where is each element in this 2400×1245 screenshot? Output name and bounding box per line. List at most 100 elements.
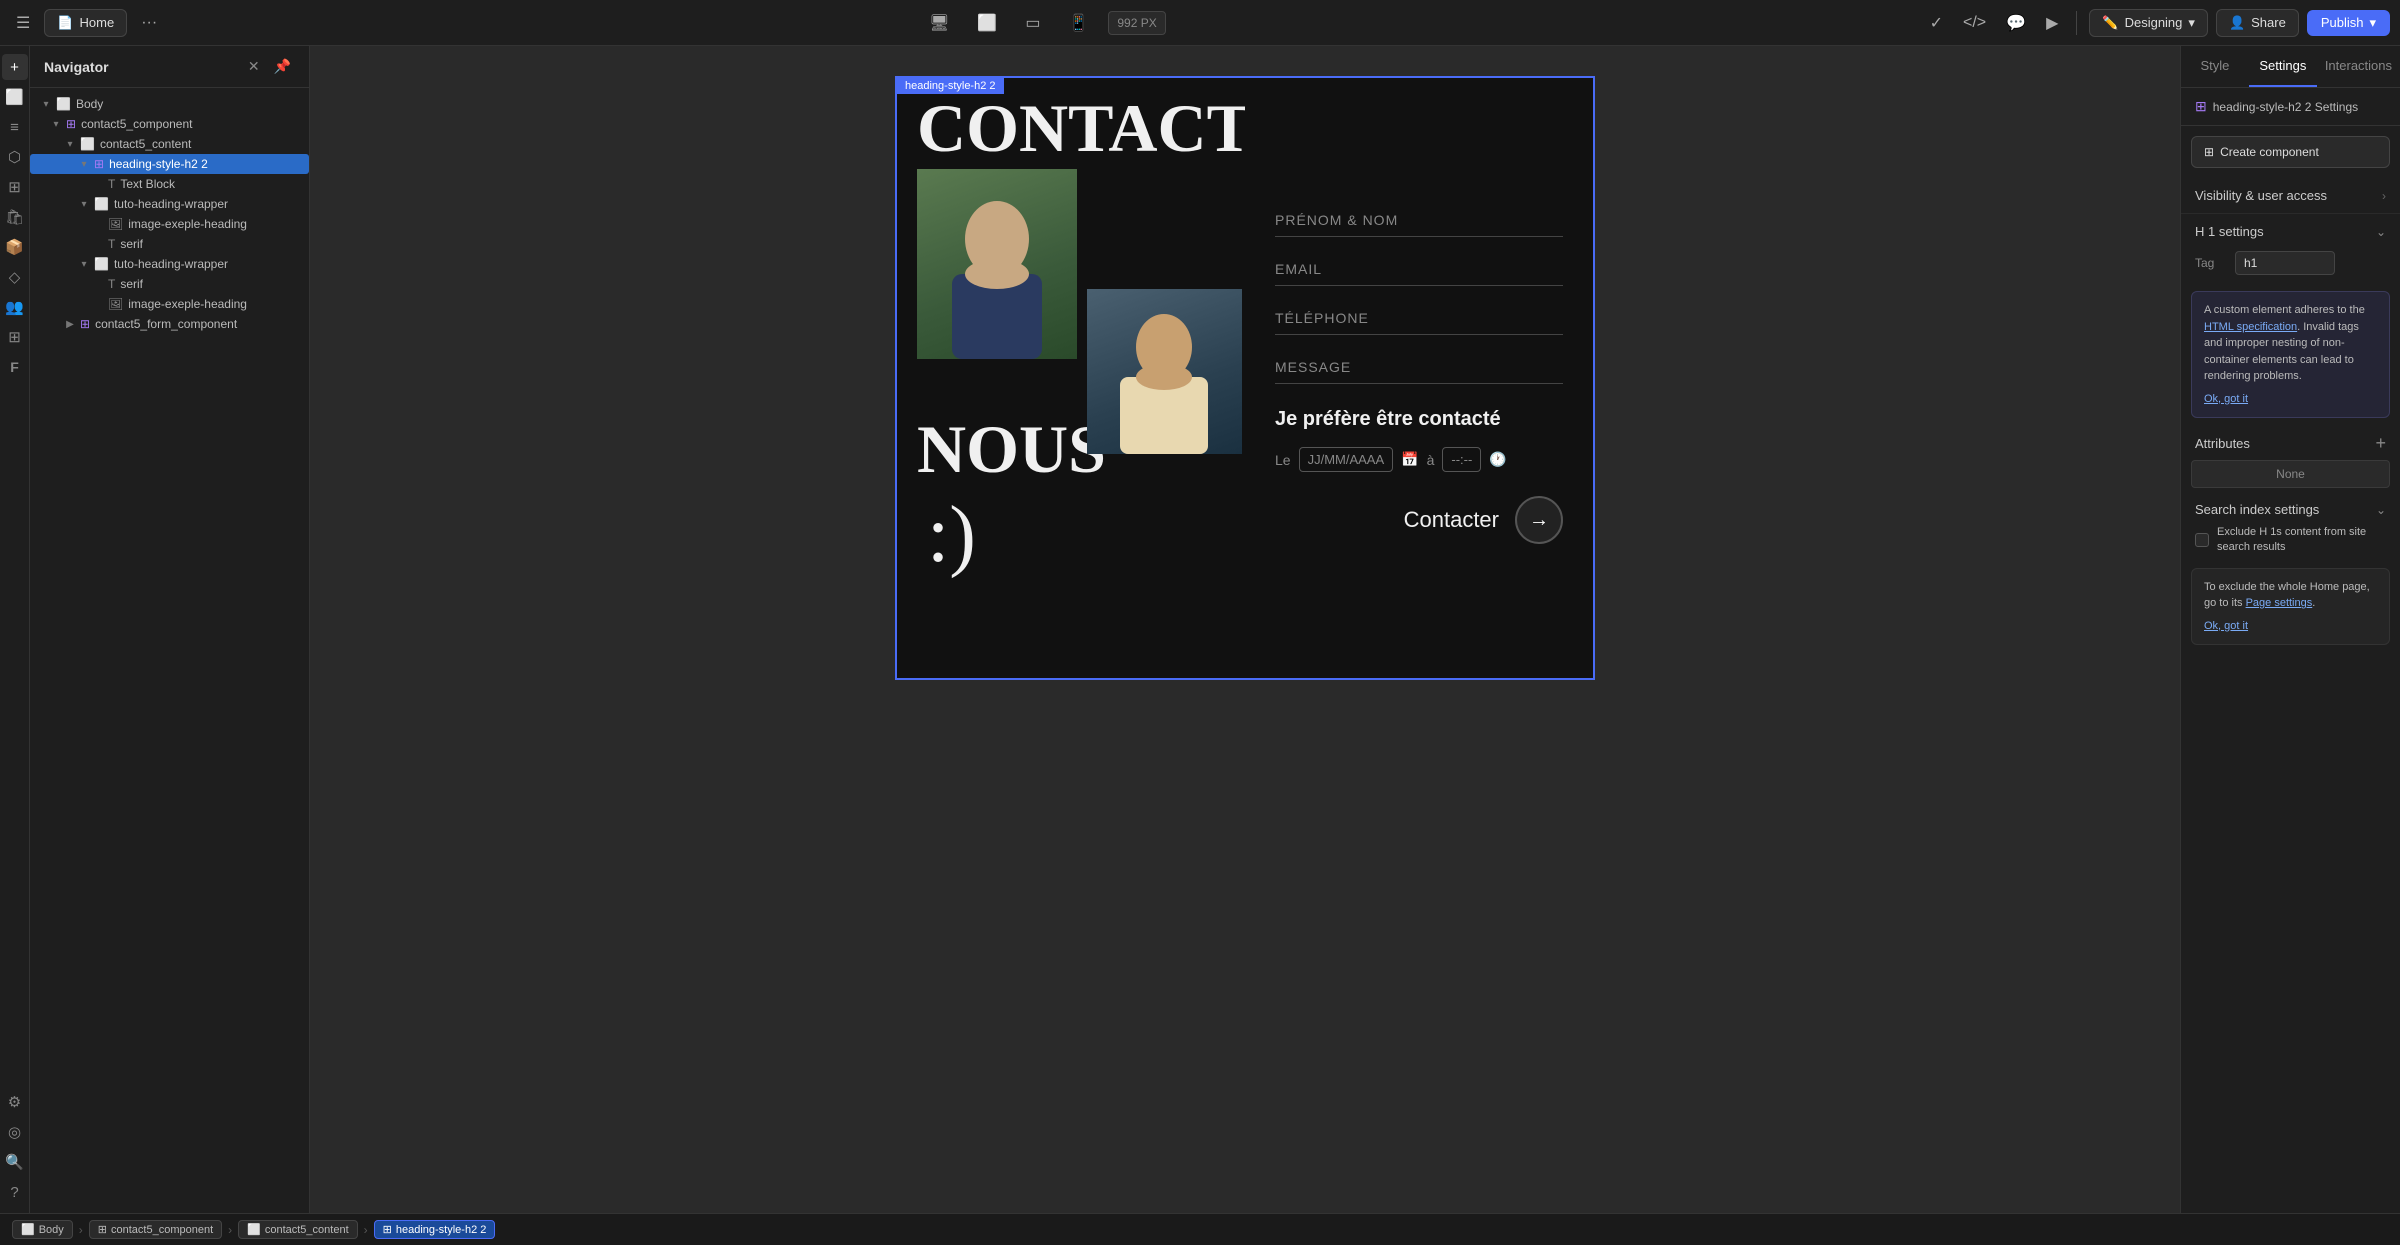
field-label-email: EMAIL (1275, 261, 1563, 277)
cms-icon[interactable]: 📦 (2, 234, 28, 260)
attributes-none-badge: None (2191, 460, 2390, 488)
desktop-icon[interactable]: 🖥 (921, 9, 957, 37)
tree-item-image-1[interactable]: 🖼 image-exeple-heading (30, 214, 309, 234)
tree-item-heading-h2[interactable]: ▾ ⊞ heading-style-h2 2 (30, 154, 309, 174)
date-input[interactable]: JJ/MM/AAAA (1299, 447, 1394, 472)
comment-icon[interactable]: 💬 (2000, 9, 2032, 37)
close-navigator-icon[interactable]: ✕ (244, 56, 264, 77)
zoom-icon[interactable]: 🔍 (2, 1149, 28, 1175)
logic-icon[interactable]: ◇ (2, 264, 28, 290)
contacter-arrow-button[interactable]: → (1515, 496, 1563, 544)
assets-icon[interactable]: ⊞ (2, 174, 28, 200)
tab-interactions[interactable]: Interactions (2317, 46, 2400, 87)
breadcrumb-contact5-component[interactable]: ⊞ contact5_component (89, 1220, 222, 1239)
box-icon-breadcrumb-content: ⬜ (247, 1223, 261, 1236)
fonts-icon[interactable]: F (2, 354, 28, 380)
ecommerce-icon[interactable]: 🛍 (2, 204, 28, 230)
h1-chevron-icon[interactable]: ⌄ (2376, 225, 2386, 239)
share-button[interactable]: 👤 Share (2216, 9, 2299, 37)
tree-label-contact5: contact5_component (81, 117, 192, 131)
navigator-tree: ▾ ⬜ Body ▾ ⊞ contact5_component ▾ ⬜ cont… (30, 88, 309, 1213)
home-button[interactable]: 📄 Home (44, 9, 127, 37)
px-display: 992 PX (1108, 11, 1165, 35)
box-icon-breadcrumb-body: ⬜ (21, 1223, 35, 1236)
tag-row: Tag (2181, 247, 2400, 285)
help-icon[interactable]: ? (2, 1179, 28, 1205)
page-settings-link[interactable]: Page settings (2246, 597, 2313, 609)
breadcrumb-body[interactable]: ⬜ Body (12, 1220, 73, 1239)
field-label-prenom: PRÉNOM & NOM (1275, 212, 1563, 228)
canvas-area: heading-style-h2 2 CONTACTEZ (310, 46, 2180, 1213)
add-attribute-button[interactable]: + (2375, 434, 2386, 452)
exclude-checkbox[interactable] (2195, 533, 2209, 547)
settings-icon[interactable]: ⚙ (2, 1089, 28, 1115)
time-input[interactable]: --:-- (1442, 447, 1481, 472)
tree-arrow-form: ▶ (64, 319, 76, 330)
share-label: Share (2251, 15, 2286, 30)
right-panel: Style Settings Interactions ⊞ heading-st… (2180, 46, 2400, 1213)
component-icon-h2: ⊞ (94, 157, 104, 171)
navigator-actions: ✕ 📌 (244, 56, 295, 77)
chevron-down-icon: ▾ (2188, 15, 2195, 31)
tree-item-form-component[interactable]: ▶ ⊞ contact5_form_component (30, 314, 309, 334)
community-icon[interactable]: ◎ (2, 1119, 28, 1145)
tree-item-serif-1[interactable]: T serif (30, 234, 309, 254)
check-icon[interactable]: ✓ (1924, 9, 1949, 37)
tree-item-image-2[interactable]: 🖼 image-exeple-heading (30, 294, 309, 314)
add-icon[interactable]: + (2, 54, 28, 80)
publish-chevron-icon: ▾ (2369, 15, 2376, 31)
members-icon[interactable]: 👥 (2, 294, 28, 320)
photo1-silhouette (932, 184, 1062, 359)
layers-icon[interactable]: ≡ (2, 114, 28, 140)
apps-icon[interactable]: ⊞ (2, 324, 28, 350)
tree-item-body[interactable]: ▾ ⬜ Body (30, 94, 309, 114)
ok-got-it-2[interactable]: Ok, got it (2204, 618, 2377, 635)
tag-input[interactable] (2235, 251, 2335, 275)
publish-label: Publish (2321, 15, 2364, 30)
tree-item-text-block[interactable]: T Text Block (30, 174, 309, 194)
menu-icon[interactable]: ☰ (10, 9, 36, 37)
html-spec-link[interactable]: HTML specification (2204, 321, 2297, 333)
tree-item-tuto-wrapper-2[interactable]: ▾ ⬜ tuto-heading-wrapper (30, 254, 309, 274)
breadcrumb-heading-h2[interactable]: ⊞ heading-style-h2 2 (374, 1220, 496, 1239)
box-icon-body: ⬜ (56, 97, 71, 111)
publish-button[interactable]: Publish ▾ (2307, 10, 2390, 36)
image-icon-1: 🖼 (108, 217, 123, 231)
ok-got-it-1[interactable]: Ok, got it (2204, 391, 2377, 408)
tree-item-serif-2[interactable]: T serif (30, 274, 309, 294)
right-panel-content: ⊞ heading-style-h2 2 Settings ⊞ Create c… (2181, 88, 2400, 1213)
h1-settings-section: H 1 settings ⌄ Tag A custom element adhe… (2181, 214, 2400, 418)
code-icon[interactable]: </> (1957, 10, 1992, 36)
breadcrumb-sep-2: › (228, 1223, 232, 1237)
components-icon[interactable]: ⬡ (2, 144, 28, 170)
tablet-landscape-icon[interactable]: ⬜ (969, 9, 1005, 37)
tree-arrow-body: ▾ (40, 99, 52, 110)
breadcrumb-contact5-content[interactable]: ⬜ contact5_content (238, 1220, 358, 1239)
search-index-chevron-icon[interactable]: ⌄ (2376, 503, 2386, 517)
left-sidebar: + ⬜ ≡ ⬡ ⊞ 🛍 📦 ◇ 👥 ⊞ F ⚙ ◎ 🔍 ? (0, 46, 30, 1213)
image-icon-2: 🖼 (108, 297, 123, 311)
heading-badge: heading-style-h2 2 (897, 78, 1004, 94)
create-component-button[interactable]: ⊞ Create component (2191, 136, 2390, 168)
tree-item-tuto-wrapper-1[interactable]: ▾ ⬜ tuto-heading-wrapper (30, 194, 309, 214)
play-icon[interactable]: ▶ (2040, 9, 2064, 37)
component-icon-form: ⊞ (80, 317, 90, 331)
tree-item-contact5-content[interactable]: ▾ ⬜ contact5_content (30, 134, 309, 154)
component-settings-icon: ⊞ (2195, 98, 2207, 115)
pages-icon[interactable]: ⬜ (2, 84, 28, 110)
pin-navigator-icon[interactable]: 📌 (270, 56, 295, 77)
photo2 (1087, 289, 1242, 454)
tree-item-contact5-component[interactable]: ▾ ⊞ contact5_component (30, 114, 309, 134)
clock-icon: 🕐 (1489, 451, 1506, 468)
canvas-frame: heading-style-h2 2 CONTACTEZ (895, 76, 1595, 680)
tab-settings[interactable]: Settings (2249, 46, 2317, 87)
mobile-icon[interactable]: 📱 (1060, 9, 1096, 37)
visibility-section-row[interactable]: Visibility & user access › (2181, 178, 2400, 214)
tablet-portrait-icon[interactable]: ▭ (1017, 9, 1048, 37)
tree-label-body: Body (76, 97, 103, 111)
mode-selector[interactable]: ✏️ Designing ▾ (2089, 9, 2208, 37)
tooltip-text-2: . (2312, 597, 2315, 609)
more-options-icon[interactable]: ··· (135, 10, 163, 36)
tab-style[interactable]: Style (2181, 46, 2249, 87)
page-content: CONTACTEZ (897, 78, 1593, 678)
